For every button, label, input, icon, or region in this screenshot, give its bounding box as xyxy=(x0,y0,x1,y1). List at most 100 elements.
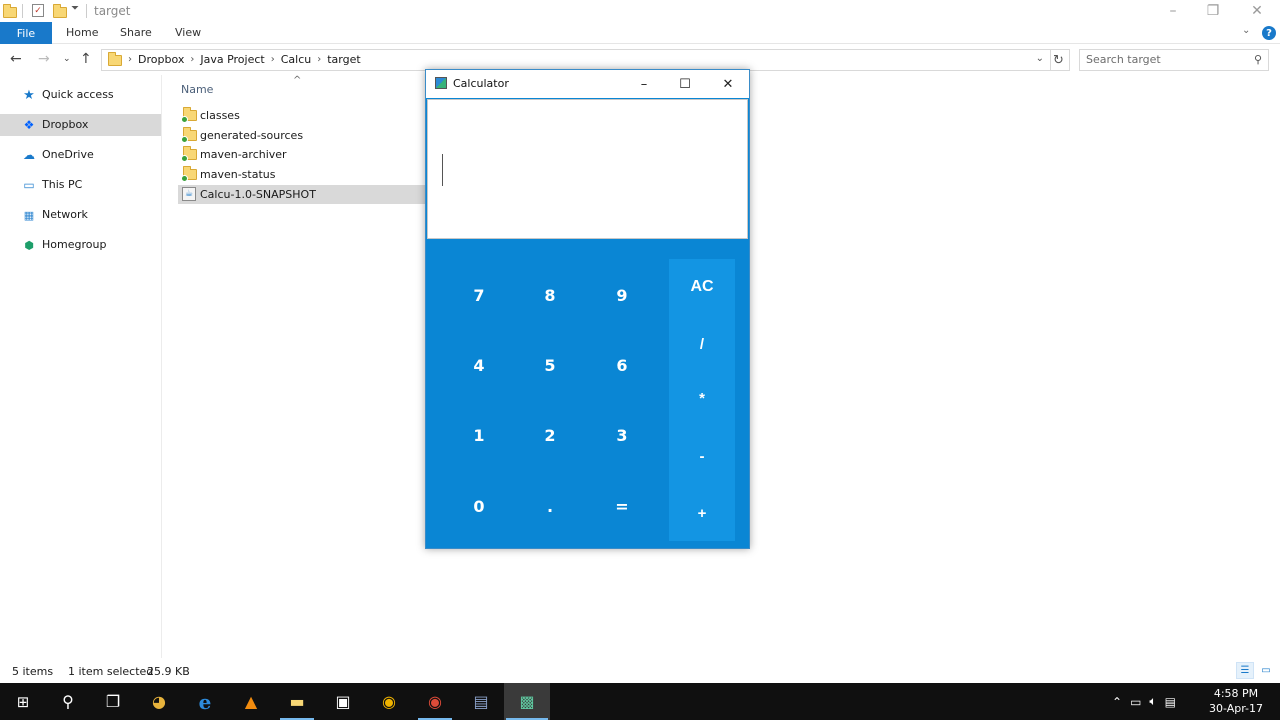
calculator-close-button[interactable]: ✕ xyxy=(707,70,749,98)
key-multiply[interactable]: * xyxy=(669,376,735,420)
navigation-pane: ★ Quick access ❖ Dropbox ☁ OneDrive ▭ Th… xyxy=(0,75,162,658)
key-decimal[interactable]: . xyxy=(522,481,578,531)
taskbar-app-calculator[interactable]: ▩ xyxy=(504,683,550,720)
task-view-button[interactable]: ❐ xyxy=(90,683,136,720)
system-clock[interactable]: 4:58 PM 30-Apr-17 xyxy=(1204,686,1268,716)
taskbar-app-chrome[interactable]: ◉ xyxy=(366,683,412,720)
paint-icon: ◕ xyxy=(152,692,166,711)
tab-file[interactable]: File xyxy=(0,22,52,44)
key-add[interactable]: + xyxy=(669,491,735,535)
large-icons-view-icon[interactable]: ▭ xyxy=(1257,662,1275,679)
key-1[interactable]: 1 xyxy=(451,410,507,460)
calculator-display[interactable] xyxy=(427,99,748,239)
details-view-icon[interactable]: ☰ xyxy=(1236,662,1254,679)
tab-share[interactable]: Share xyxy=(120,26,152,39)
list-item[interactable]: generated-sources xyxy=(178,126,428,145)
clock-date: 30-Apr-17 xyxy=(1208,702,1264,715)
file-explorer-icon: ▬ xyxy=(289,692,305,711)
taskbar-app-paint[interactable]: ◕ xyxy=(136,683,182,720)
chevron-up-icon[interactable]: ⌃ xyxy=(1112,695,1122,709)
key-3[interactable]: 3 xyxy=(594,410,650,460)
refresh-button[interactable]: ↻ xyxy=(1048,49,1070,71)
crumb-dropbox[interactable]: Dropbox xyxy=(138,53,184,66)
calculator-minimize-button[interactable]: – xyxy=(623,70,665,98)
calculator-title: Calculator xyxy=(453,77,509,90)
taskbar-app-chrome-2[interactable]: ◉ xyxy=(412,683,458,720)
file-name: classes xyxy=(200,109,240,122)
sync-check-icon xyxy=(181,136,188,143)
sidebar-item-quick-access[interactable]: ★ Quick access xyxy=(0,84,161,106)
search-icon[interactable]: ⚲ xyxy=(1254,53,1262,66)
taskbar-app-store[interactable]: ▣ xyxy=(320,683,366,720)
sidebar-item-homegroup[interactable]: ⬢ Homegroup xyxy=(0,234,161,256)
recent-locations-icon[interactable]: ⌄ xyxy=(63,54,71,64)
key-all-clear[interactable]: AC xyxy=(669,265,735,309)
list-item[interactable]: maven-archiver xyxy=(178,145,428,164)
status-item-count: 5 items xyxy=(12,665,54,678)
crumb-target[interactable]: target xyxy=(327,53,360,66)
key-7[interactable]: 7 xyxy=(451,270,507,320)
key-6[interactable]: 6 xyxy=(594,340,650,390)
vlc-icon: ▲ xyxy=(244,692,258,711)
chevron-right-icon[interactable]: › xyxy=(317,54,321,65)
up-arrow-icon[interactable]: ↑ xyxy=(80,51,92,67)
sidebar-item-this-pc[interactable]: ▭ This PC xyxy=(0,174,161,196)
restore-button[interactable]: ❐ xyxy=(1190,0,1236,22)
taskbar-app-movie-maker[interactable]: ▤ xyxy=(458,683,504,720)
new-folder-icon[interactable] xyxy=(53,4,67,18)
address-bar[interactable]: › Dropbox › Java Project › Calcu › targe… xyxy=(101,49,1051,71)
key-5[interactable]: 5 xyxy=(522,340,578,390)
key-0[interactable]: 0 xyxy=(451,481,507,531)
tab-view[interactable]: View xyxy=(175,26,201,39)
volume-icon[interactable]: 🔈︎ xyxy=(1149,694,1156,709)
expand-ribbon-icon[interactable]: ⌄ xyxy=(1242,25,1250,36)
tab-home[interactable]: Home xyxy=(66,26,98,39)
chrome-icon: ◉ xyxy=(382,692,396,711)
text-caret xyxy=(442,154,443,186)
file-name: maven-archiver xyxy=(200,148,287,161)
customize-qat-icon[interactable]: ⏷ xyxy=(71,3,79,14)
forward-arrow-icon[interactable]: → xyxy=(38,51,50,67)
calculator-titlebar[interactable]: Calculator – ☐ ✕ xyxy=(426,70,749,98)
sidebar-item-network[interactable]: ▦ Network xyxy=(0,204,161,226)
taskbar-app-edge[interactable]: e xyxy=(182,683,228,720)
close-button[interactable]: ✕ xyxy=(1234,0,1280,22)
column-header-name[interactable]: Name xyxy=(181,83,213,96)
list-item[interactable]: ☕ Calcu-1.0-SNAPSHOT xyxy=(178,185,428,204)
crumb-calcu[interactable]: Calcu xyxy=(281,53,312,66)
list-item[interactable]: maven-status xyxy=(178,165,428,184)
taskbar-app-file-explorer[interactable]: ▬ xyxy=(274,683,320,720)
key-equals[interactable]: = xyxy=(594,481,650,531)
key-4[interactable]: 4 xyxy=(451,340,507,390)
key-2[interactable]: 2 xyxy=(522,410,578,460)
chevron-right-icon[interactable]: › xyxy=(190,54,194,65)
sidebar-item-dropbox[interactable]: ❖ Dropbox xyxy=(0,114,161,136)
action-center-icon[interactable]: ▤ xyxy=(1165,695,1176,709)
chevron-right-icon[interactable]: › xyxy=(271,54,275,65)
search-input[interactable] xyxy=(1086,53,1246,66)
operator-column: AC / * - + xyxy=(669,259,735,541)
folder-icon xyxy=(181,166,197,182)
sidebar-item-onedrive[interactable]: ☁ OneDrive xyxy=(0,144,161,166)
taskbar-app-vlc[interactable]: ▲ xyxy=(228,683,274,720)
start-button[interactable]: ⊞ xyxy=(0,683,46,720)
calculator-maximize-button[interactable]: ☐ xyxy=(664,70,706,98)
list-item[interactable]: classes xyxy=(178,106,428,125)
help-icon[interactable]: ? xyxy=(1262,26,1276,40)
network-status-icon[interactable]: ▭ xyxy=(1130,695,1141,709)
key-divide[interactable]: / xyxy=(669,322,735,366)
system-tray: ⌃ ▭ 🔈︎ ▤ xyxy=(1112,683,1176,720)
calculator-app-icon xyxy=(435,77,447,89)
computer-icon: ▭ xyxy=(23,178,35,192)
search-box[interactable]: ⚲ xyxy=(1079,49,1269,71)
key-subtract[interactable]: - xyxy=(669,434,735,478)
back-arrow-icon[interactable]: ← xyxy=(10,51,22,67)
chevron-right-icon[interactable]: › xyxy=(128,54,132,65)
crumb-java-project[interactable]: Java Project xyxy=(200,53,264,66)
search-taskbar-button[interactable]: ⚲ xyxy=(45,683,91,720)
key-9[interactable]: 9 xyxy=(594,270,650,320)
properties-icon[interactable]: ✓ xyxy=(32,4,44,17)
homegroup-icon: ⬢ xyxy=(24,238,34,252)
key-8[interactable]: 8 xyxy=(522,270,578,320)
chevron-down-icon[interactable]: ⌄ xyxy=(1036,53,1044,64)
